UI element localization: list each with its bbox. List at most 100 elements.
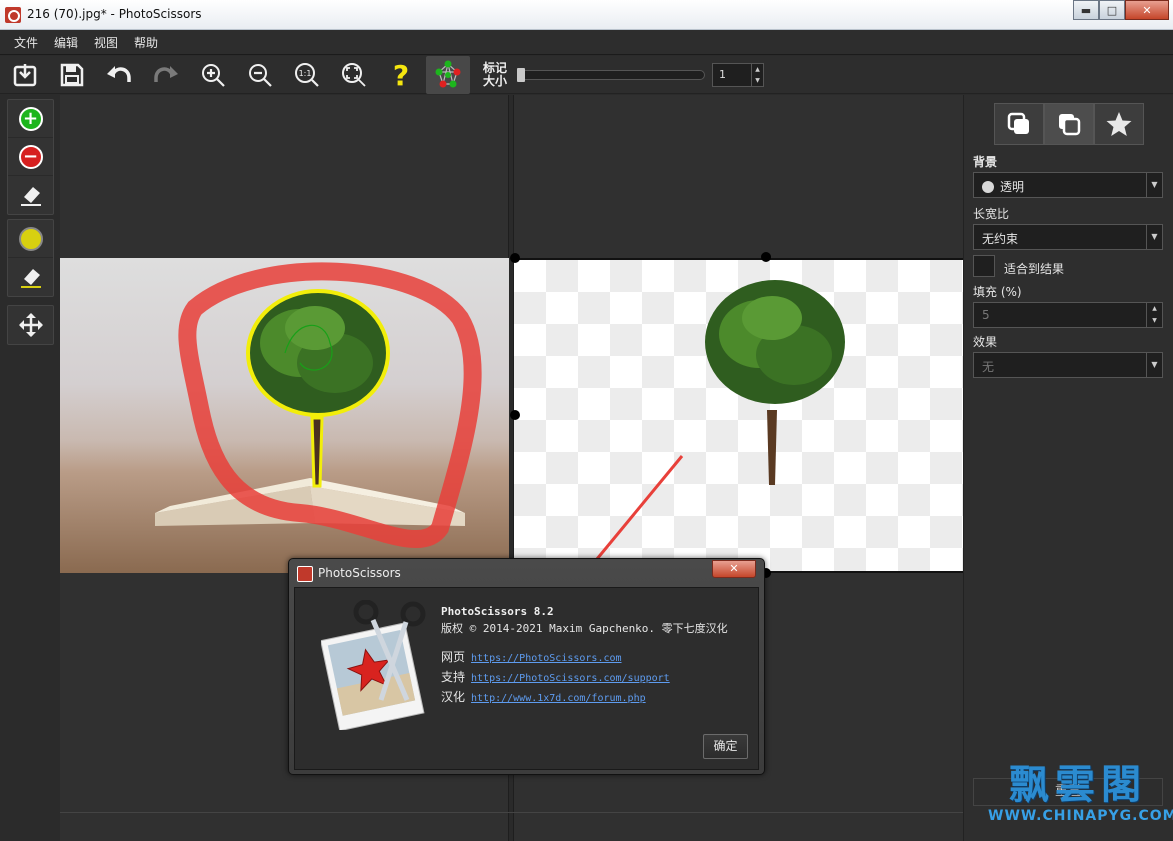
effect-value: 无	[982, 360, 995, 374]
zoom-fit-button[interactable]	[338, 60, 370, 90]
move-arrows-icon	[18, 313, 43, 337]
help-icon: ?	[392, 58, 410, 92]
background-value: 透明	[1000, 180, 1025, 194]
marker-size-label: 标记 大小	[483, 61, 508, 88]
effect-label: 效果	[973, 335, 998, 349]
tab-background[interactable]	[1044, 103, 1094, 145]
watermark-text: 飘雲閣	[1009, 761, 1147, 808]
marker-size-slider[interactable]	[517, 68, 705, 82]
spin-arrows[interactable]: ▲ ▼	[751, 64, 763, 86]
transparent-swatch-icon	[982, 181, 994, 193]
watermark-url: WWW.CHINAPYG.COM	[988, 808, 1173, 824]
localization-row: 汉化 http://www.1x7d.com/forum.php	[441, 690, 646, 704]
fill-percent-spinbox[interactable]: 5 ▲ ▼	[973, 302, 1163, 328]
minimize-button[interactable]: ▬	[1073, 0, 1099, 20]
import-button[interactable]	[9, 60, 41, 90]
app-icon	[5, 7, 21, 23]
marker-tools: + −	[7, 99, 54, 215]
source-photo-drawing	[155, 262, 482, 548]
chevron-down-icon: ▼	[1146, 353, 1162, 377]
undo-icon	[107, 66, 131, 82]
zoom-actual-icon: 1:1	[295, 63, 319, 87]
ok-button[interactable]: 确定	[703, 734, 748, 759]
crop-handle-left[interactable]	[510, 410, 520, 420]
fill-percent-value: 5	[982, 308, 990, 322]
zoom-in-button[interactable]	[197, 60, 229, 90]
dialog-app-icon	[297, 566, 313, 582]
chevron-down-icon: ▼	[1146, 173, 1162, 197]
background-label: 背景	[973, 155, 998, 169]
import-icon	[13, 64, 37, 87]
watermark: 飘雲閣 WWW.CHINAPYG.COM	[988, 761, 1173, 825]
tab-effects[interactable]	[1094, 103, 1144, 145]
hair-marker-tool[interactable]	[8, 220, 53, 258]
background-select[interactable]: 透明 ▼	[973, 172, 1163, 198]
canvas-bottom-border	[60, 812, 963, 813]
zoom-out-icon	[249, 64, 272, 87]
close-button[interactable]: ✕	[1125, 0, 1169, 20]
dialog-body: PhotoScissors 8.2 版权 © 2014-2021 Maxim G…	[294, 587, 759, 770]
right-settings-panel: 背景 透明 ▼ 长宽比 无约束 ▼ 适合到结果 填充 (%) 5 ▲ ▼ 效果 无…	[963, 95, 1173, 841]
zoom-actual-button[interactable]: 1:1	[291, 60, 323, 90]
tab-foreground[interactable]	[994, 103, 1044, 145]
yellow-eraser-icon	[20, 269, 41, 288]
undo-button[interactable]	[103, 60, 135, 90]
panel-tabs	[994, 103, 1144, 145]
fit-to-result-checkbox[interactable]	[973, 255, 995, 277]
website-link[interactable]: https://PhotoScissors.com	[471, 653, 622, 664]
product-name: PhotoScissors 8.2	[441, 605, 554, 618]
support-row: 支持 https://PhotoScissors.com/support	[441, 670, 670, 684]
menu-edit[interactable]: 编辑	[46, 34, 86, 51]
photoscissors-logo-icon	[321, 600, 426, 730]
zoom-in-icon	[202, 64, 225, 87]
maximize-button[interactable]: □	[1099, 0, 1125, 20]
spin-arrows[interactable]: ▲ ▼	[1146, 303, 1162, 327]
dialog-title: PhotoScissors	[318, 566, 401, 580]
hair-tools	[7, 219, 54, 297]
marker-mode-button[interactable]	[426, 56, 470, 94]
title-bar: 216 (70).jpg* - PhotoScissors ▬ □ ✕	[0, 0, 1173, 30]
hair-eraser-tool[interactable]	[8, 258, 53, 296]
dialog-close-button[interactable]: ✕	[712, 560, 756, 578]
remove-marker-tool[interactable]: −	[8, 138, 53, 176]
redo-icon	[154, 66, 178, 82]
window-title: 216 (70).jpg* - PhotoScissors	[27, 7, 202, 21]
toolbar: 1:1 ? 标记 大小 1 ▲ ▼	[0, 56, 1173, 94]
menu-file[interactable]: 文件	[6, 34, 46, 51]
about-dialog: PhotoScissors ✕ PhotoScissors 8.2 版权 © 2…	[288, 558, 765, 775]
marker-size-slider-thumb[interactable]	[517, 68, 525, 82]
menu-view[interactable]: 视图	[86, 34, 126, 51]
menu-bar: 文件 编辑 视图 帮助	[0, 30, 1173, 55]
marker-size-value: 1	[719, 68, 726, 81]
plus-circle-icon: +	[18, 106, 43, 131]
background-tab-icon	[1059, 114, 1081, 136]
localization-link[interactable]: http://www.1x7d.com/forum.php	[471, 693, 646, 704]
save-icon	[60, 63, 84, 87]
marker-size-spinbox[interactable]: 1 ▲ ▼	[712, 63, 764, 87]
help-button[interactable]: ?	[385, 58, 417, 92]
menu-help[interactable]: 帮助	[126, 34, 166, 51]
add-marker-tool[interactable]: +	[8, 100, 53, 138]
pan-tool[interactable]	[8, 306, 53, 344]
aspect-ratio-select[interactable]: 无约束 ▼	[973, 224, 1163, 250]
window-controls: ▬ □ ✕	[1073, 0, 1169, 20]
zoom-fit-icon	[342, 63, 366, 87]
crop-handle-tl[interactable]	[510, 253, 520, 263]
support-link[interactable]: https://PhotoScissors.com/support	[471, 673, 670, 684]
yellow-circle-icon	[18, 226, 43, 251]
effects-tab-icon	[1106, 112, 1132, 136]
source-image[interactable]	[60, 258, 509, 573]
minus-circle-icon: −	[18, 144, 43, 169]
zoom-actual-label: 1:1	[299, 69, 312, 78]
zoom-out-button[interactable]	[244, 60, 276, 90]
website-row: 网页 https://PhotoScissors.com	[441, 650, 622, 664]
effect-select[interactable]: 无 ▼	[973, 352, 1163, 378]
fit-to-result-label: 适合到结果	[1004, 262, 1065, 276]
foreground-tab-icon	[1007, 112, 1029, 134]
crop-handle-top[interactable]	[761, 252, 771, 262]
copyright-text: 版权 © 2014-2021 Maxim Gapchenko. 零下七度汉化	[441, 622, 728, 635]
aspect-ratio-label: 长宽比	[973, 207, 1010, 221]
redo-button[interactable]	[150, 60, 182, 90]
save-button[interactable]	[56, 60, 88, 90]
eraser-tool[interactable]	[8, 176, 53, 214]
